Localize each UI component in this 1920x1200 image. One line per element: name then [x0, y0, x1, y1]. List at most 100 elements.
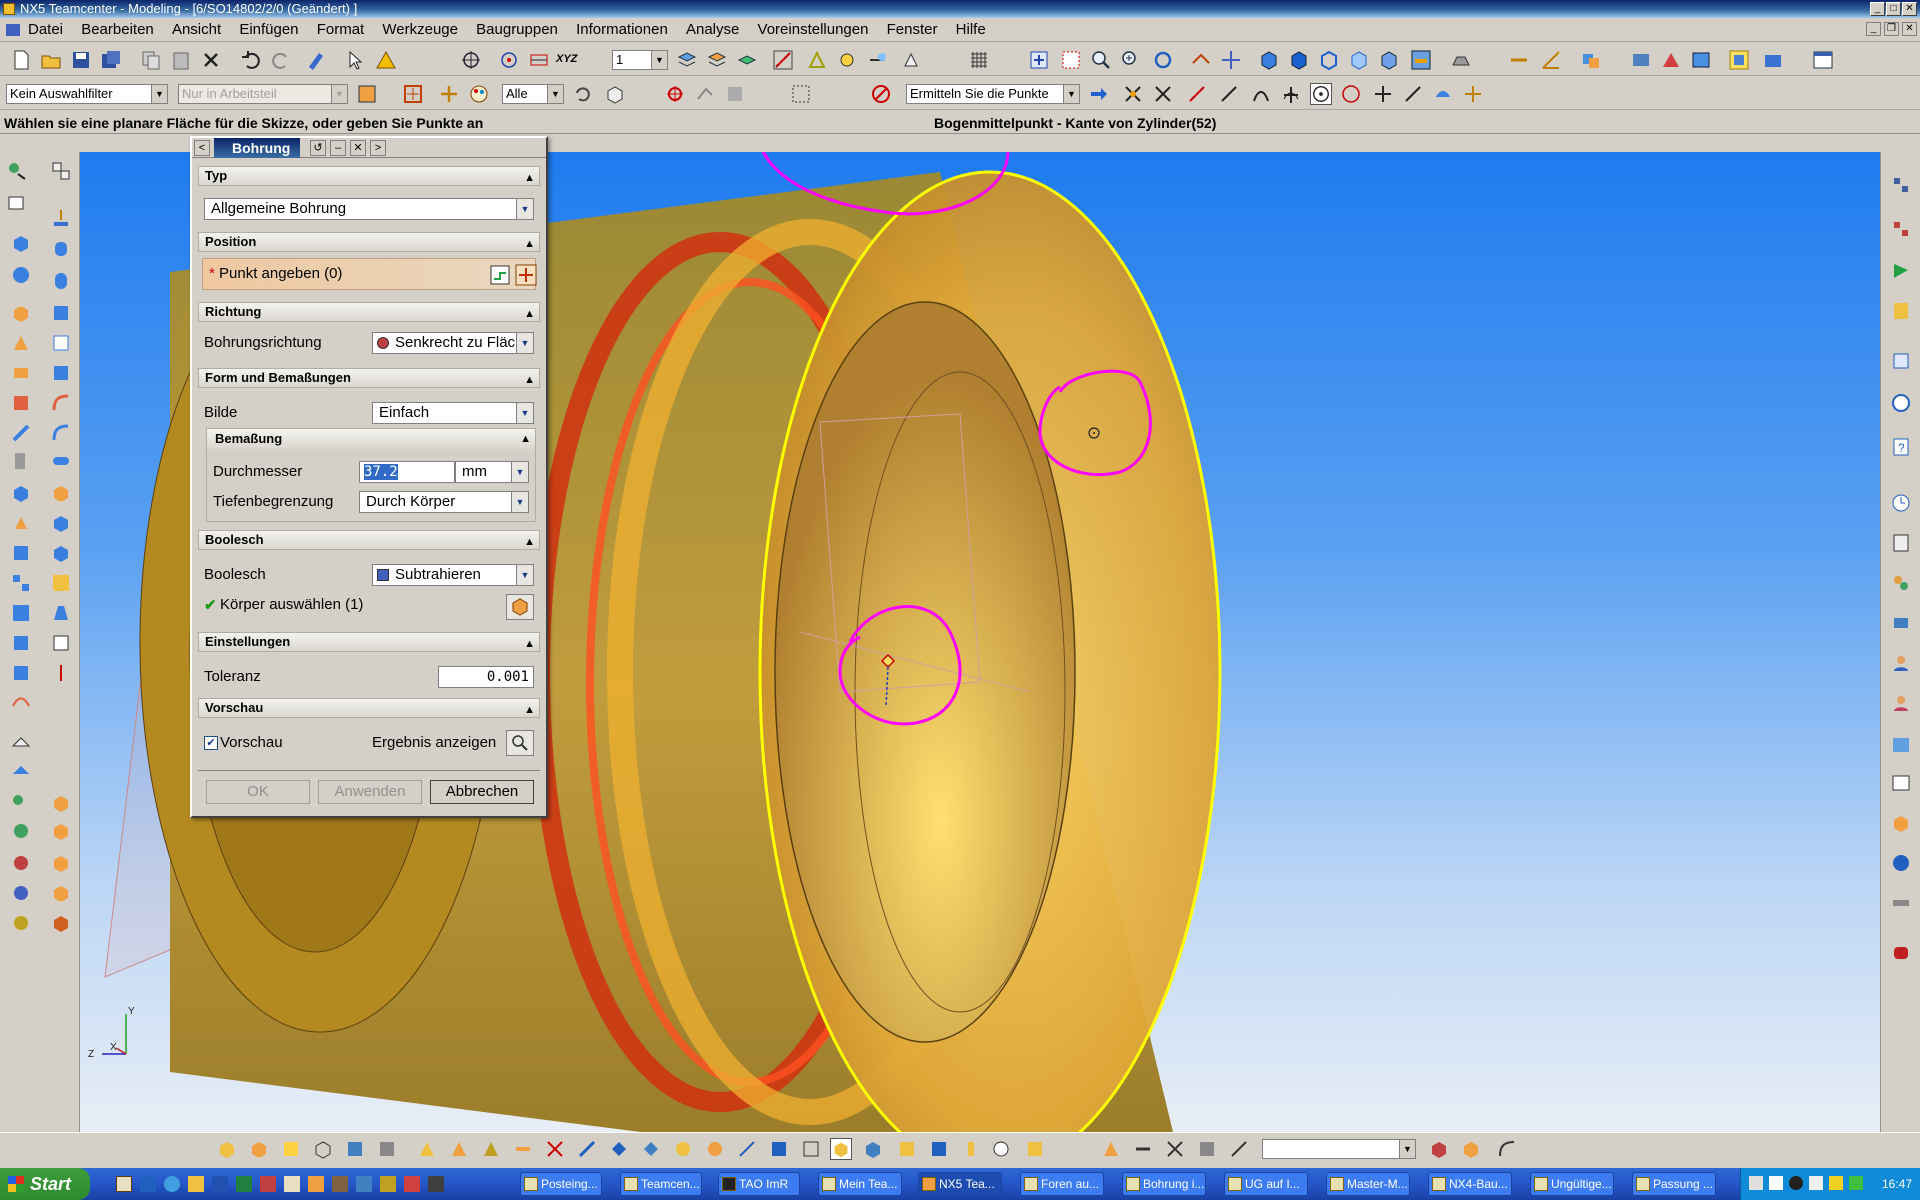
reset-filter-icon[interactable]	[572, 83, 594, 105]
vorschau-checkbox[interactable]: ✔	[204, 736, 218, 750]
control-point-icon[interactable]	[1250, 83, 1272, 105]
next-arrow-icon[interactable]: >	[370, 140, 386, 156]
bottom-tool-19-icon[interactable]	[800, 1138, 822, 1160]
part-navigator-tab-icon[interactable]	[1890, 260, 1912, 282]
menu-informationen[interactable]: Informationen	[576, 21, 668, 38]
tray-security-icon[interactable]	[1829, 1176, 1843, 1190]
bottom-tool-23-icon[interactable]	[928, 1138, 950, 1160]
menu-datei[interactable]: Datei	[28, 21, 63, 38]
point-on-surface-icon[interactable]	[1432, 83, 1454, 105]
blue-sphere-tab-icon[interactable]	[1890, 852, 1912, 874]
palette-icon[interactable]	[468, 83, 490, 105]
cube-trimetric-view-icon[interactable]	[1378, 49, 1400, 71]
chevron-up-icon[interactable]: ▲	[524, 371, 535, 389]
bottom-tool-28-icon[interactable]	[1132, 1138, 1154, 1160]
tube-palette-icon[interactable]	[50, 450, 72, 472]
menu-bearbeiten[interactable]: Bearbeiten	[81, 21, 154, 38]
datum-palette-icon[interactable]	[50, 160, 72, 182]
slot-palette-icon[interactable]	[10, 362, 32, 384]
reuse-library-tab-icon[interactable]	[1890, 300, 1912, 322]
maximize-button[interactable]: □	[1886, 2, 1901, 16]
bottom-tool-34-icon[interactable]	[1496, 1138, 1518, 1160]
layer-combo[interactable]: 1 ▼	[612, 50, 668, 70]
select-body-dialog-icon[interactable]	[506, 594, 534, 620]
assembly-navigator-icon[interactable]	[1580, 49, 1602, 71]
section-boolesch[interactable]: Boolesch ▲	[198, 530, 540, 550]
bottom-tool-22-icon[interactable]	[896, 1138, 918, 1160]
datum-axis-palette-icon[interactable]	[50, 662, 72, 684]
scope-combo[interactable]: Nur in Arbeitsteil ▼	[178, 84, 348, 104]
abbrechen-button[interactable]: Abbrechen	[430, 780, 534, 804]
cube-mirror-icon[interactable]	[50, 882, 72, 904]
user-roles-tab-icon[interactable]	[1890, 692, 1912, 714]
zoom-window-icon[interactable]	[1060, 49, 1082, 71]
curve-palette-icon[interactable]	[10, 692, 32, 714]
snap-point-combo[interactable]: Ermitteln Sie die Punkte ▼	[906, 84, 1080, 104]
mdi-minimize-button[interactable]: _	[1866, 22, 1881, 36]
move-to-layer-icon[interactable]	[736, 49, 758, 71]
punkt-angeben-row[interactable]: * Punkt angeben (0)	[202, 258, 537, 290]
measure-angle-icon[interactable]	[1540, 49, 1562, 71]
extrude-palette-icon[interactable]	[50, 206, 72, 228]
collapse-icon[interactable]: –	[330, 140, 346, 156]
mdi-close-button[interactable]: ✕	[1902, 22, 1917, 36]
window-layout-icon[interactable]	[1812, 49, 1834, 71]
point-on-curve-icon[interactable]	[1402, 83, 1424, 105]
bottom-tool-31-icon[interactable]	[1228, 1138, 1250, 1160]
gray-tube-tab-icon[interactable]	[1890, 892, 1912, 914]
draft-palette-icon[interactable]	[50, 602, 72, 624]
task-button-5[interactable]: Foren au...	[1020, 1172, 1104, 1196]
quicklaunch-outlook-icon[interactable]	[188, 1176, 204, 1192]
layer-visible-icon[interactable]	[706, 49, 728, 71]
sew-palette-icon[interactable]	[10, 632, 32, 654]
measure-distance-icon[interactable]	[1508, 49, 1530, 71]
bottom-tool-14-icon[interactable]	[640, 1138, 662, 1160]
undo-icon[interactable]	[240, 49, 262, 71]
bottom-tool-3-icon[interactable]	[280, 1138, 302, 1160]
cube-extract-icon[interactable]	[50, 912, 72, 934]
select-point-icon[interactable]	[664, 83, 686, 105]
thicken-palette-icon[interactable]	[10, 760, 32, 782]
redo-icon[interactable]	[270, 49, 292, 71]
red-cylinder-tab-icon[interactable]	[1890, 942, 1912, 964]
prev-arrow-icon[interactable]: <	[194, 140, 210, 156]
koerper-auswaehlen-label[interactable]: Körper auswählen (1)	[220, 596, 363, 613]
color-icon[interactable]	[1762, 49, 1784, 71]
close-dialog-icon[interactable]: ✕	[350, 140, 366, 156]
face-blend-palette-icon[interactable]	[50, 422, 72, 444]
chamfer-palette-icon[interactable]	[10, 422, 32, 444]
box-blend-icon[interactable]	[50, 792, 72, 814]
blank-icon[interactable]	[866, 49, 888, 71]
bottom-tool-5-icon[interactable]	[344, 1138, 366, 1160]
save-all-icon[interactable]	[100, 49, 122, 71]
system-scenes-tab-icon[interactable]	[1890, 734, 1912, 756]
select-face-icon[interactable]	[724, 83, 746, 105]
block-palette-icon[interactable]	[10, 232, 32, 254]
blue-sketch-icon[interactable]	[10, 882, 32, 904]
system-materials-tab-icon[interactable]	[1890, 532, 1912, 554]
dialog-title-bar[interactable]: < Bohrung ↺ – ✕ >	[192, 138, 546, 158]
bottom-tool-4-icon[interactable]	[312, 1138, 334, 1160]
chevron-up-icon[interactable]: ▲	[524, 169, 535, 187]
menu-fenster[interactable]: Fenster	[887, 21, 938, 38]
unite-palette-icon[interactable]	[10, 482, 32, 504]
task-button-4[interactable]: NX5 Tea...	[918, 1172, 1002, 1196]
patch-palette-icon[interactable]	[50, 632, 72, 654]
pattern-palette-icon[interactable]	[10, 572, 32, 594]
bottom-tool-17-icon[interactable]	[736, 1138, 758, 1160]
grid-icon[interactable]	[968, 49, 990, 71]
task-button-1[interactable]: Teamcen...	[620, 1172, 702, 1196]
delete-icon[interactable]	[200, 49, 222, 71]
menu-einfuegen[interactable]: Einfügen	[239, 21, 298, 38]
menu-hilfe[interactable]: Hilfe	[956, 21, 986, 38]
quicklaunch-app4-icon[interactable]	[404, 1176, 420, 1192]
section-typ[interactable]: Typ ▲	[198, 166, 540, 186]
cube-front-view-icon[interactable]	[1258, 49, 1280, 71]
cone-palette-icon[interactable]	[10, 264, 32, 286]
split-body-palette-icon[interactable]	[10, 542, 32, 564]
show-hide-icon[interactable]	[836, 49, 858, 71]
bottom-tool-32-icon[interactable]	[1428, 1138, 1450, 1160]
bottom-tool-7-icon[interactable]	[416, 1138, 438, 1160]
task-button-0[interactable]: Posteing...	[520, 1172, 602, 1196]
bottom-tool-33-icon[interactable]	[1460, 1138, 1482, 1160]
